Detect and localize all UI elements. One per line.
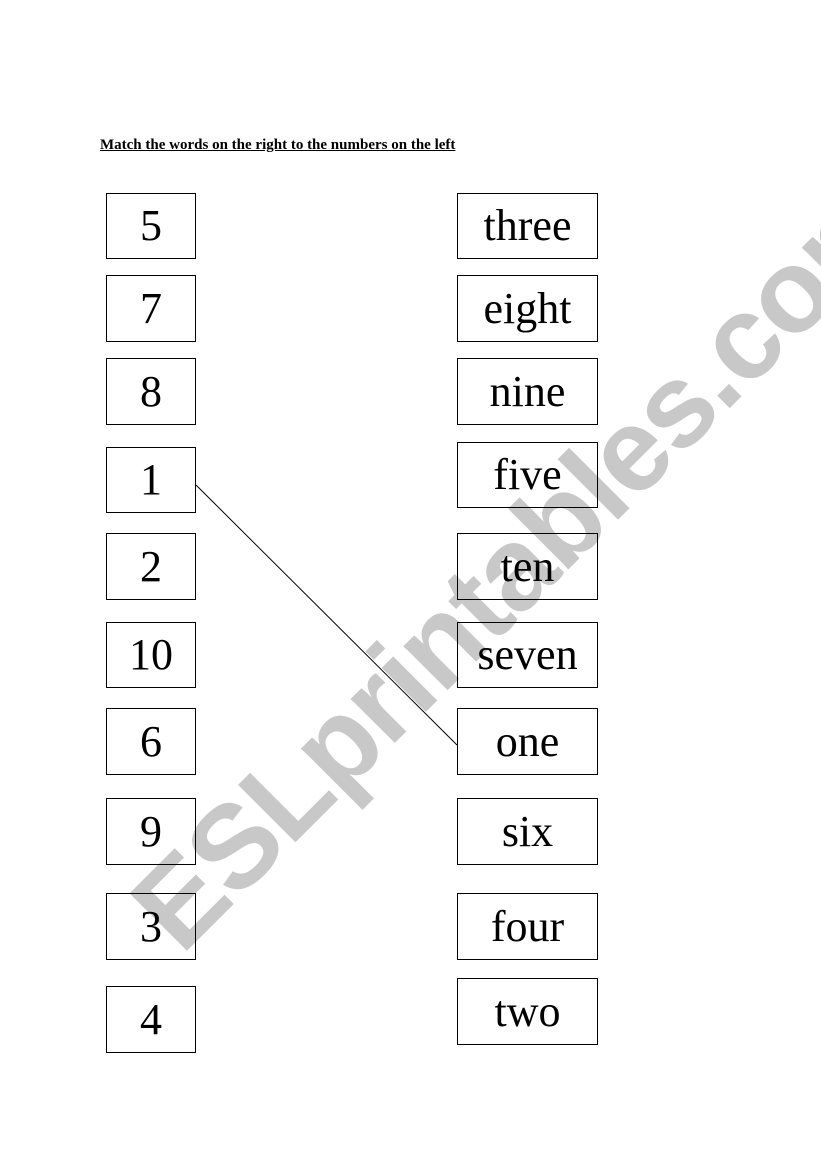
example-match-line-layer [195, 484, 458, 746]
example-match-line [195, 484, 458, 746]
